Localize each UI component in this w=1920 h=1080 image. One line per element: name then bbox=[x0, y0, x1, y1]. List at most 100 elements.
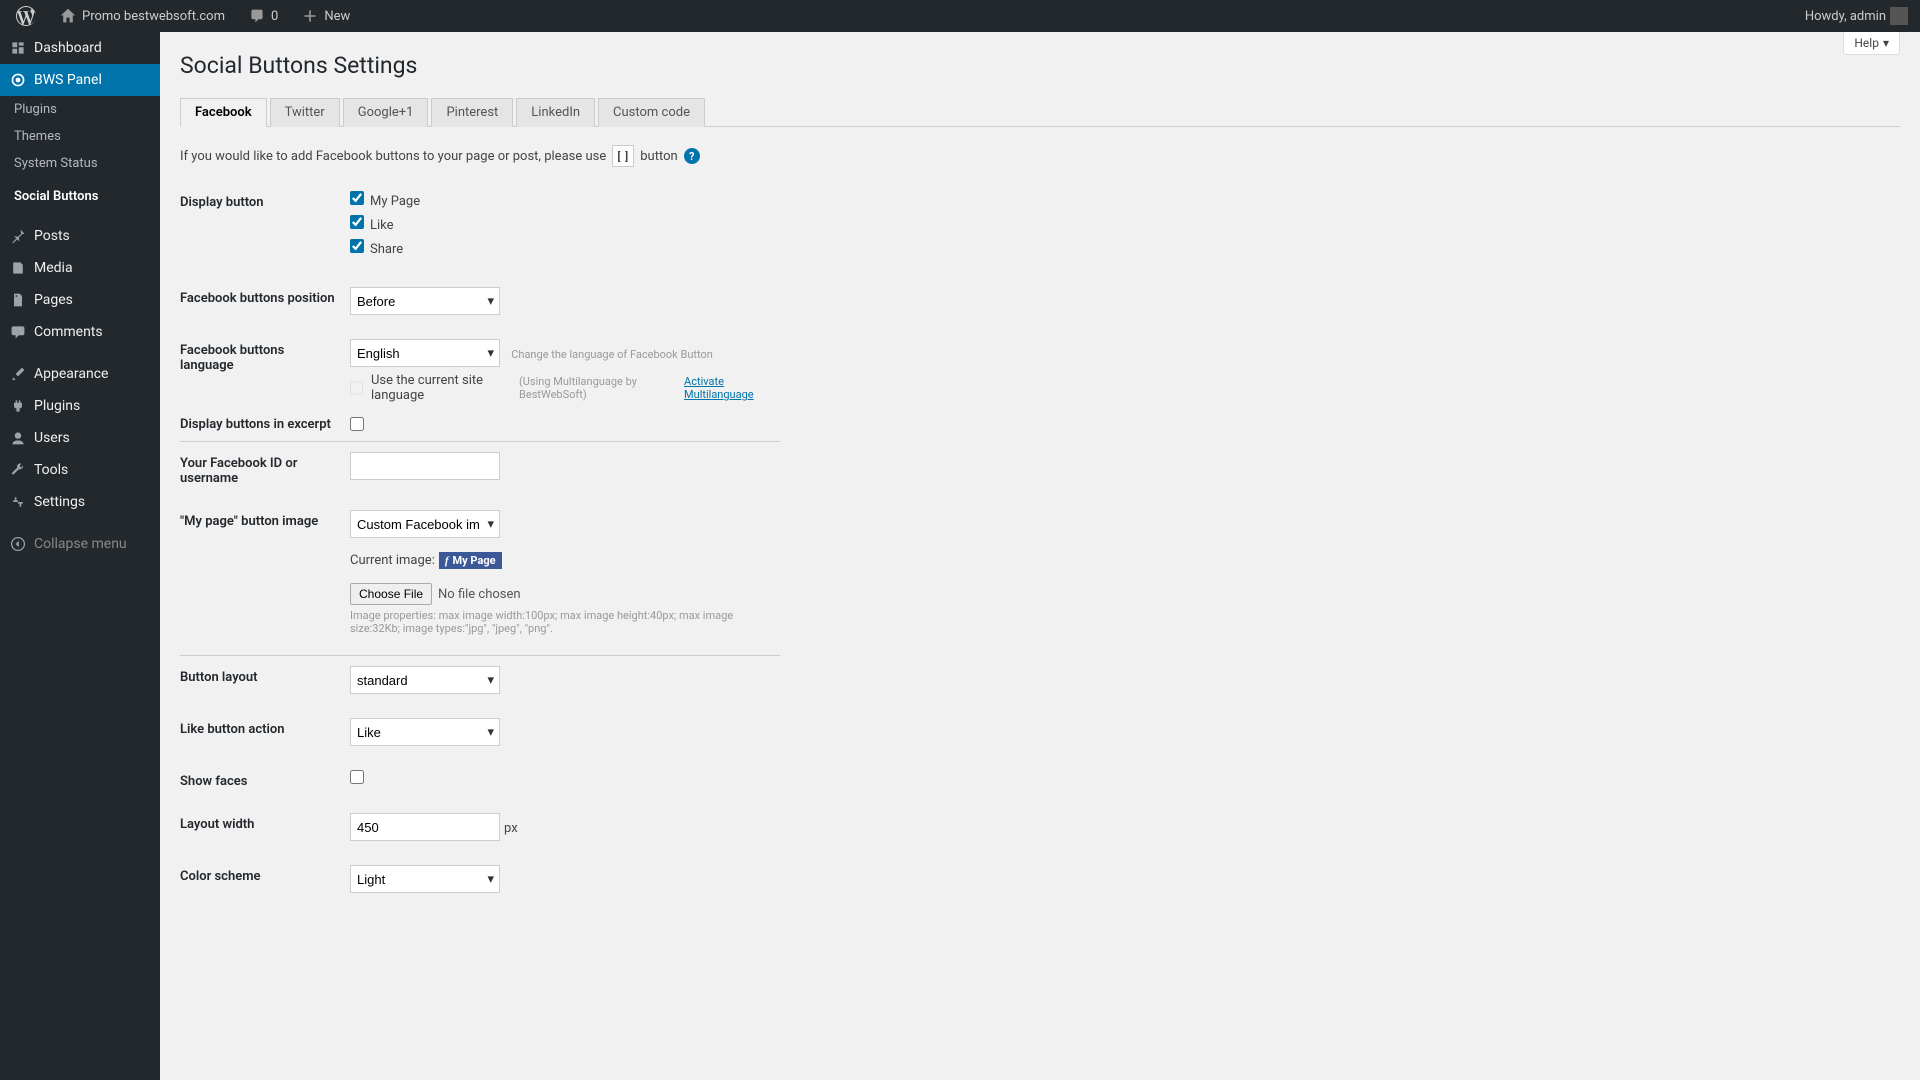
label-layout-width: Layout width bbox=[180, 803, 350, 855]
wordpress-icon bbox=[16, 6, 36, 26]
sidebar-item-label: Collapse menu bbox=[34, 536, 127, 552]
sidebar-item-pages[interactable]: Pages bbox=[0, 284, 160, 316]
multilanguage-hint: (Using Multilanguage by BestWebSoft) bbox=[519, 375, 680, 401]
checkbox-input[interactable] bbox=[350, 215, 364, 229]
input-layout-width[interactable] bbox=[350, 813, 500, 841]
media-icon bbox=[10, 260, 26, 276]
sidebar-item-posts[interactable]: Posts bbox=[0, 220, 160, 252]
new-link[interactable]: New bbox=[294, 0, 358, 32]
intro-text: If you would like to add Facebook button… bbox=[180, 149, 606, 164]
mypage-badge: fMy Page bbox=[439, 552, 502, 569]
howdy-text: Howdy, admin bbox=[1805, 9, 1886, 24]
settings-icon bbox=[10, 494, 26, 510]
select-mypage-image[interactable]: Custom Facebook image bbox=[350, 510, 500, 538]
sidebar-sub-themes[interactable]: Themes bbox=[0, 123, 160, 150]
tab-google[interactable]: Google+1 bbox=[343, 98, 429, 127]
bws-icon bbox=[10, 72, 26, 88]
sidebar-item-plugins[interactable]: Plugins bbox=[0, 390, 160, 422]
tabs: Facebook Twitter Google+1 Pinterest Link… bbox=[180, 97, 1900, 127]
select-button-layout[interactable]: standard bbox=[350, 666, 500, 694]
checkbox-share[interactable]: Share bbox=[350, 239, 780, 257]
tab-custom-code[interactable]: Custom code bbox=[598, 98, 705, 127]
activate-multilanguage-link[interactable]: Activate Multilanguage bbox=[684, 375, 780, 401]
new-label: New bbox=[324, 9, 350, 24]
sidebar-sub-plugins[interactable]: Plugins bbox=[0, 96, 160, 123]
sidebar-item-appearance[interactable]: Appearance bbox=[0, 358, 160, 390]
checkbox-label: Like bbox=[370, 218, 394, 233]
brush-icon bbox=[10, 366, 26, 382]
collapse-icon bbox=[10, 536, 26, 552]
wp-logo[interactable] bbox=[8, 0, 44, 32]
sidebar-item-label: Appearance bbox=[34, 366, 108, 382]
sidebar-item-comments[interactable]: Comments bbox=[0, 316, 160, 348]
settings-form: Display button My Page Like Share Facebo… bbox=[180, 181, 780, 907]
chevron-down-icon: ▾ bbox=[1883, 36, 1889, 50]
checkbox-use-site-lang bbox=[350, 381, 363, 395]
sidebar-item-label: Pages bbox=[34, 292, 73, 308]
label-fb-language: Facebook buttons language bbox=[180, 329, 350, 417]
checkbox-display-excerpt[interactable] bbox=[350, 417, 364, 431]
sidebar-item-label: Media bbox=[34, 260, 73, 276]
plugin-icon bbox=[10, 398, 26, 414]
choose-file-button[interactable]: Choose File bbox=[350, 583, 432, 605]
sidebar-item-label: Plugins bbox=[34, 398, 80, 414]
shortcode-button[interactable]: [ ] bbox=[612, 145, 634, 167]
help-label: Help bbox=[1854, 36, 1879, 50]
select-color-scheme[interactable]: Light bbox=[350, 865, 500, 893]
main-content: Help ▾ Social Buttons Settings Facebook … bbox=[160, 32, 1920, 1080]
help-icon[interactable]: ? bbox=[684, 148, 700, 164]
comments-link[interactable]: 0 bbox=[241, 0, 286, 32]
checkbox-input[interactable] bbox=[350, 191, 364, 205]
comment-icon bbox=[249, 8, 265, 24]
sidebar-item-bws-panel[interactable]: BWS Panel bbox=[0, 64, 160, 96]
account-link[interactable]: Howdy, admin bbox=[1805, 7, 1912, 25]
intro-text-after: button bbox=[640, 149, 677, 164]
label-display-excerpt: Display buttons in excerpt bbox=[180, 417, 350, 442]
checkbox-like[interactable]: Like bbox=[350, 215, 780, 233]
no-file-label: No file chosen bbox=[438, 587, 521, 602]
sidebar-item-tools[interactable]: Tools bbox=[0, 454, 160, 486]
wrench-icon bbox=[10, 462, 26, 478]
image-properties-hint: Image properties: max image width:100px;… bbox=[350, 609, 780, 635]
checkbox-input[interactable] bbox=[350, 239, 364, 253]
sidebar-collapse[interactable]: Collapse menu bbox=[0, 528, 160, 560]
current-image-label: Current image: bbox=[350, 553, 435, 568]
sidebar-item-label: Comments bbox=[34, 324, 103, 340]
label-button-layout: Button layout bbox=[180, 656, 350, 709]
tab-facebook[interactable]: Facebook bbox=[180, 98, 267, 127]
plus-icon bbox=[302, 8, 318, 24]
tab-twitter[interactable]: Twitter bbox=[270, 98, 340, 127]
use-site-lang-label: Use the current site language bbox=[371, 373, 515, 403]
tab-pinterest[interactable]: Pinterest bbox=[431, 98, 513, 127]
page-title: Social Buttons Settings bbox=[180, 52, 1900, 79]
input-fb-id[interactable] bbox=[350, 452, 500, 480]
checkbox-label: My Page bbox=[370, 194, 420, 209]
sidebar-item-settings[interactable]: Settings bbox=[0, 486, 160, 518]
label-fb-position: Facebook buttons position bbox=[180, 277, 350, 329]
sidebar-item-users[interactable]: Users bbox=[0, 422, 160, 454]
sidebar-item-media[interactable]: Media bbox=[0, 252, 160, 284]
dashboard-icon bbox=[10, 40, 26, 56]
sidebar-sub-social-buttons[interactable]: Social Buttons bbox=[0, 183, 160, 210]
select-language[interactable]: English bbox=[350, 339, 500, 367]
sidebar-sub-system-status[interactable]: System Status bbox=[0, 150, 160, 177]
user-icon bbox=[10, 430, 26, 446]
select-position[interactable]: Before bbox=[350, 287, 500, 315]
site-name-link[interactable]: Promo bestwebsoft.com bbox=[52, 0, 233, 32]
checkbox-show-faces[interactable] bbox=[350, 770, 364, 784]
label-mypage-image: "My page" button image bbox=[180, 500, 350, 649]
tab-linkedin[interactable]: LinkedIn bbox=[516, 98, 595, 127]
pin-icon bbox=[10, 228, 26, 244]
px-suffix: px bbox=[504, 821, 518, 836]
sidebar-item-label: Tools bbox=[34, 462, 68, 478]
select-like-action[interactable]: Like bbox=[350, 718, 500, 746]
sidebar-item-label: Settings bbox=[34, 494, 85, 510]
help-button[interactable]: Help ▾ bbox=[1843, 32, 1900, 55]
checkbox-my-page[interactable]: My Page bbox=[350, 191, 780, 209]
avatar bbox=[1890, 7, 1908, 25]
site-name: Promo bestwebsoft.com bbox=[82, 9, 225, 24]
label-fb-id: Your Facebook ID or username bbox=[180, 442, 350, 501]
label-display-button: Display button bbox=[180, 181, 350, 277]
sidebar-item-dashboard[interactable]: Dashboard bbox=[0, 32, 160, 64]
label-color-scheme: Color scheme bbox=[180, 855, 350, 907]
